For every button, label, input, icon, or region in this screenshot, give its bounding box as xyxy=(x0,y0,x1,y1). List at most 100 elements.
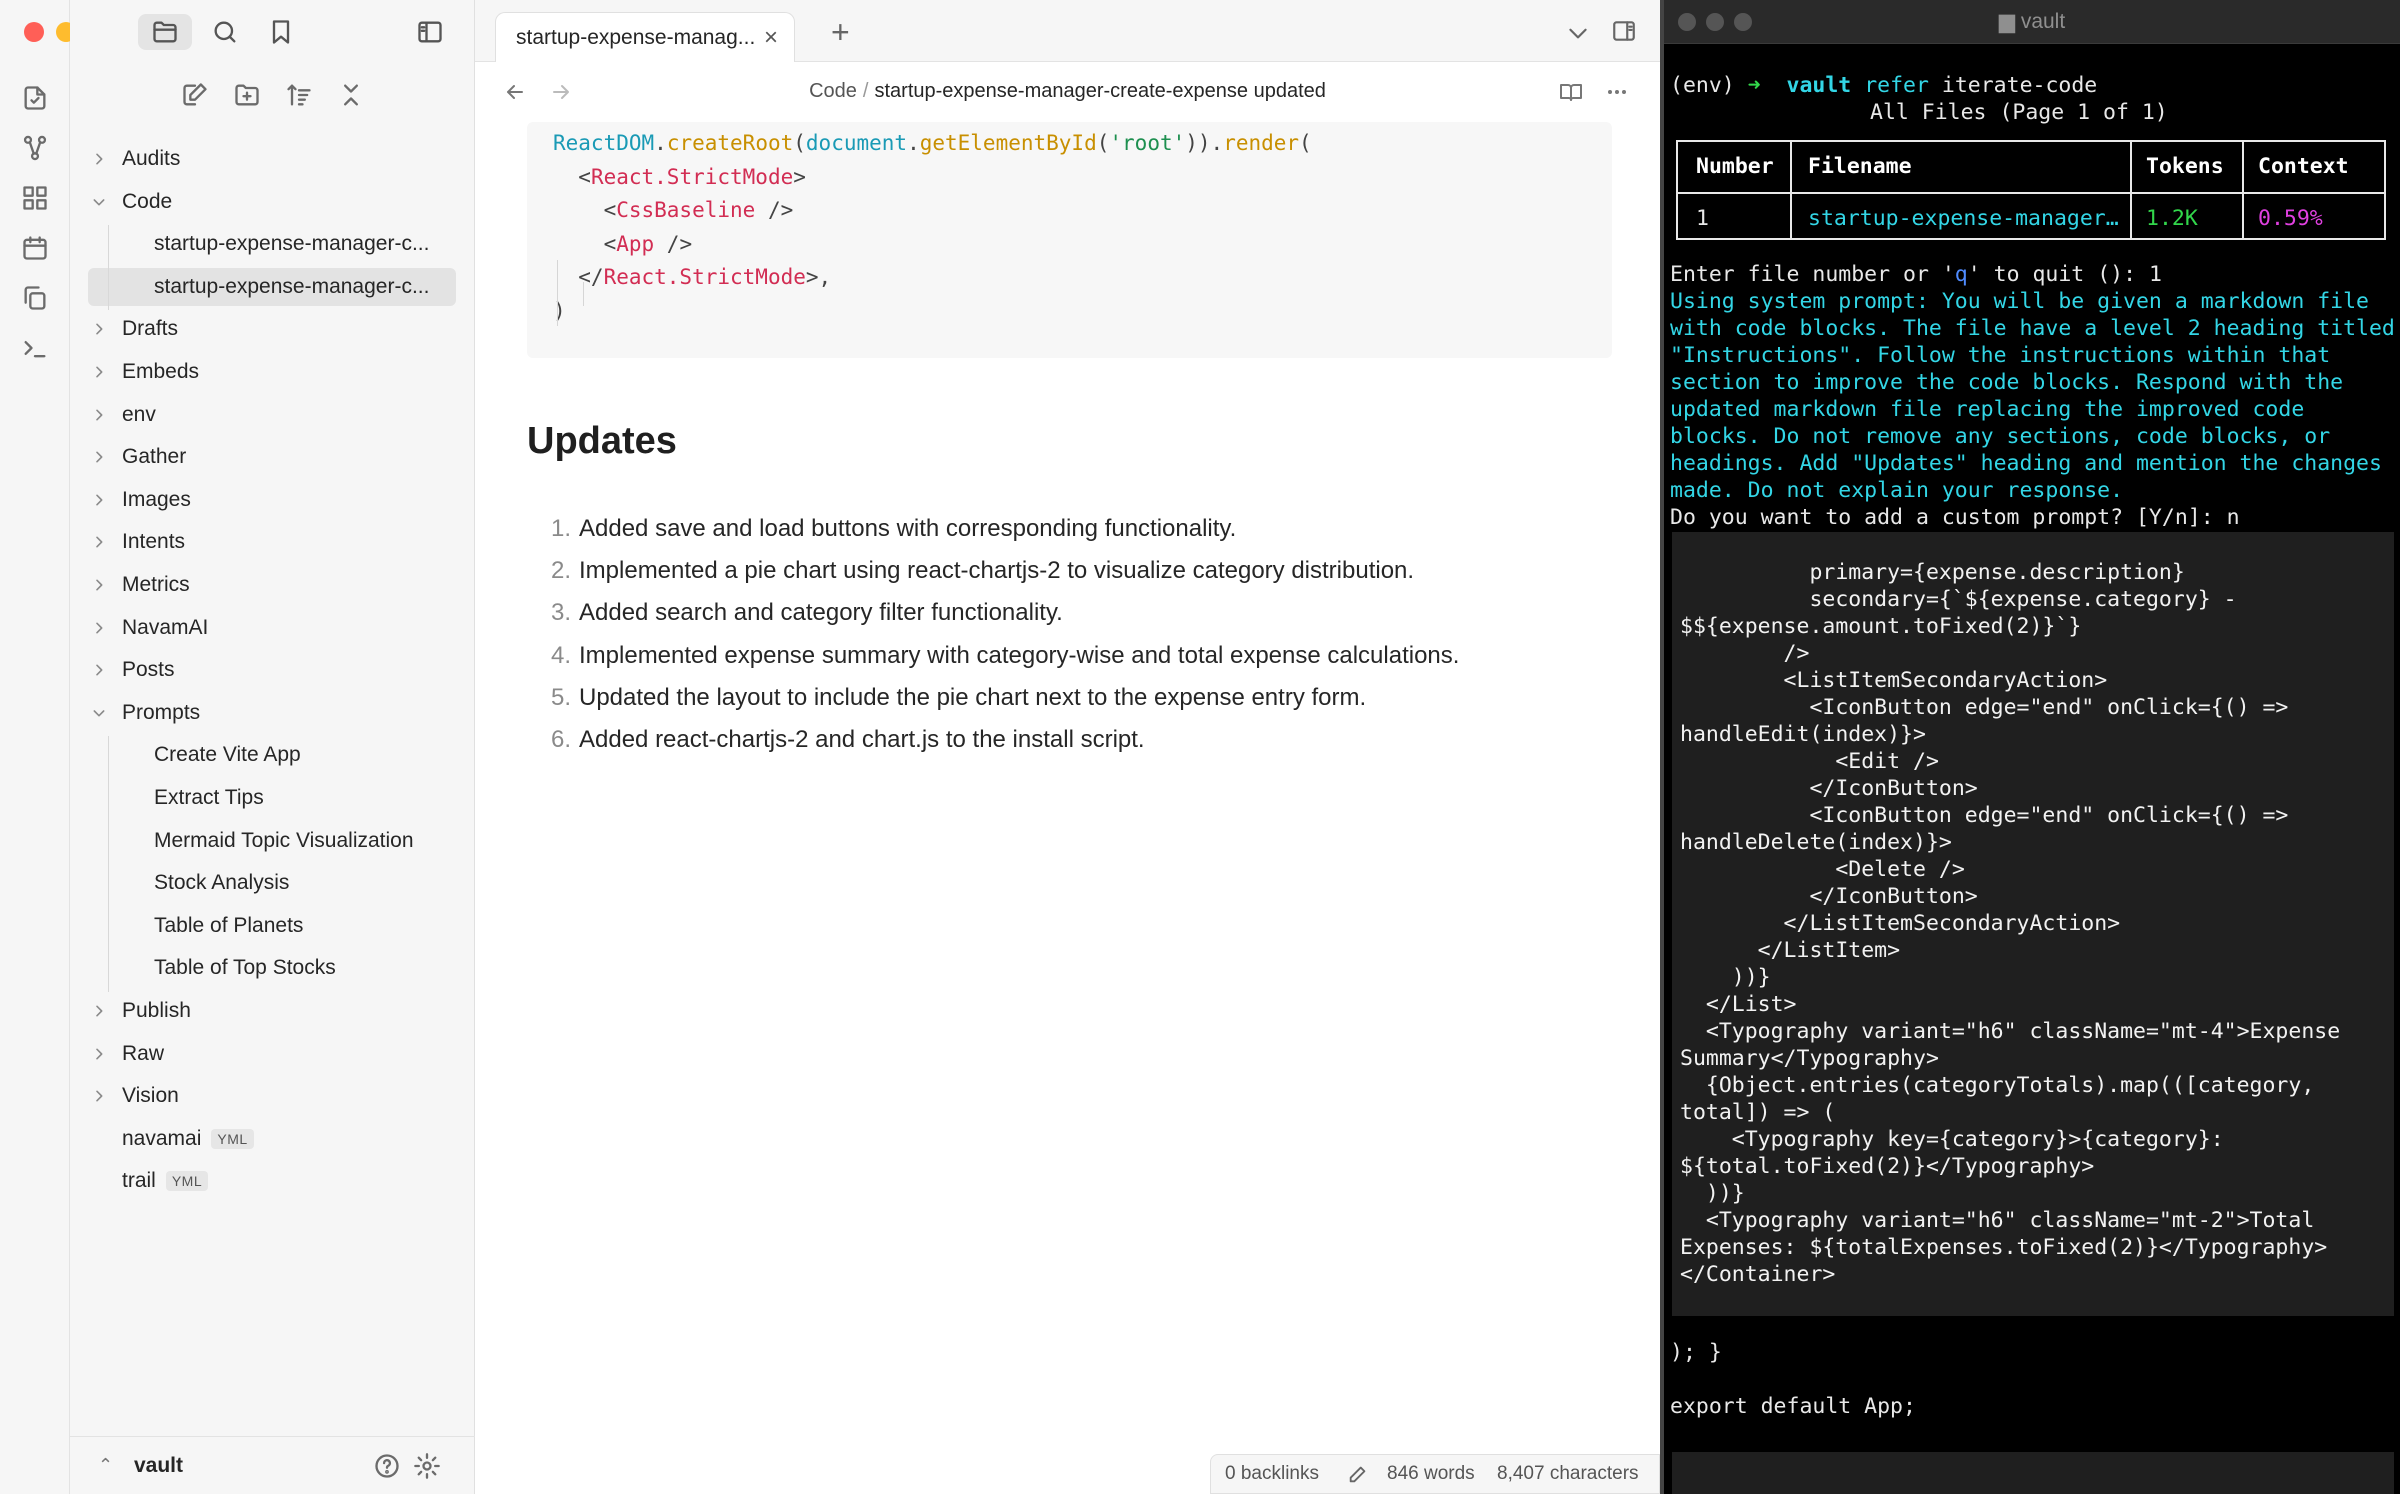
tab-startup-expense-manager[interactable]: startup-expense-manag... × xyxy=(495,12,795,62)
tree-file[interactable]: Create Vite App xyxy=(88,736,456,774)
tree-file[interactable]: navamai YML xyxy=(88,1120,254,1158)
chevron-right-icon[interactable] xyxy=(88,1003,110,1019)
code-line: </ListItemSecondaryAction> xyxy=(1680,911,2121,936)
code-line: ) xyxy=(553,298,566,323)
code-line: handleDelete(index)}> xyxy=(1680,830,1952,855)
chevron-right-icon[interactable] xyxy=(88,620,110,636)
view-header: Code / startup-expense-manager-create-expe… xyxy=(475,62,1660,122)
chevron-right-icon[interactable] xyxy=(88,1046,110,1062)
tree-file[interactable]: Mermaid Topic Visualization xyxy=(88,822,456,860)
chevron-right-icon[interactable] xyxy=(88,662,110,678)
tree-item-label: Gather xyxy=(122,445,187,469)
tree-folder[interactable]: Gather xyxy=(88,438,186,476)
tab-bar: startup-expense-manag... × + xyxy=(475,0,1660,62)
tree-folder[interactable]: Embeds xyxy=(88,353,199,391)
collapse-all-icon[interactable] xyxy=(336,80,366,110)
breadcrumb-folder[interactable]: Code xyxy=(809,80,857,102)
chevron-down-icon[interactable] xyxy=(88,194,110,210)
settings-gear-icon[interactable] xyxy=(412,1451,442,1481)
tree-item-label: Images xyxy=(122,487,191,511)
new-folder-icon[interactable] xyxy=(232,80,262,110)
help-icon[interactable] xyxy=(372,1451,402,1481)
table-header: Context xyxy=(2258,154,2349,179)
chevron-right-icon[interactable] xyxy=(88,407,110,423)
files-table: Number Filename Tokens Context 1 startup… xyxy=(1676,140,2386,240)
tree-item-label: Vision xyxy=(122,1084,179,1108)
system-prompt-line: with code blocks. The file have a level … xyxy=(1670,316,2395,341)
tree-folder[interactable]: Drafts xyxy=(88,310,178,348)
new-note-icon[interactable] xyxy=(17,80,53,116)
tree-folder[interactable]: Images xyxy=(88,481,191,519)
chevron-right-icon[interactable] xyxy=(88,364,110,380)
chevron-right-icon[interactable] xyxy=(88,151,110,167)
search-icon[interactable] xyxy=(198,14,252,50)
list-number: 1. xyxy=(550,515,571,542)
tree-file[interactable]: startup-expense-manager-c... xyxy=(88,267,456,306)
reading-view-book-icon[interactable] xyxy=(1559,80,1583,109)
chevron-right-icon[interactable] xyxy=(88,1088,110,1104)
folder-icon[interactable] xyxy=(138,14,192,50)
graph-view-icon[interactable] xyxy=(17,130,53,166)
system-prompt-line: headings. Add "Updates" heading and ment… xyxy=(1670,451,2382,476)
close-window-button[interactable] xyxy=(24,22,44,42)
breadcrumb-separator: / xyxy=(862,80,869,102)
new-tab-button[interactable]: + xyxy=(831,14,850,51)
tree-folder[interactable]: Code xyxy=(88,183,172,221)
tree-folder[interactable]: env xyxy=(88,396,156,434)
sort-icon[interactable] xyxy=(284,80,314,110)
tree-folder[interactable]: Publish xyxy=(88,992,191,1030)
tree-file[interactable]: Table of Top Stocks xyxy=(88,949,456,987)
tree-file[interactable]: Stock Analysis xyxy=(88,864,456,902)
breadcrumb-current[interactable]: startup-expense-manager-create-expense u… xyxy=(874,80,1325,102)
new-note-icon[interactable] xyxy=(180,80,210,110)
tree-folder[interactable]: Metrics xyxy=(88,566,190,604)
copy-icon[interactable] xyxy=(17,280,53,316)
tree-folder[interactable]: Posts xyxy=(88,651,175,689)
chevron-down-icon[interactable] xyxy=(88,705,110,721)
tree-file[interactable]: trail YML xyxy=(88,1162,209,1200)
right-sidebar-toggle-icon[interactable] xyxy=(1611,18,1637,49)
tree-file[interactable]: Table of Planets xyxy=(88,907,456,945)
list-number: 2. xyxy=(550,557,571,585)
tree-folder[interactable]: NavamAI xyxy=(88,609,208,647)
tree-folder[interactable]: Raw xyxy=(88,1035,164,1073)
code-line: </IconButton> xyxy=(1680,776,1978,801)
edit-pencil-icon[interactable] xyxy=(1347,1463,1369,1491)
list-item: 1. Added save and load buttons with corre… xyxy=(527,508,1236,550)
tree-folder[interactable]: Intents xyxy=(88,523,185,561)
tab-list-chevron-down-icon[interactable] xyxy=(1565,20,1591,51)
code-line: <Typography variant="h6" className="mt-4… xyxy=(1680,1019,2341,1044)
bookmark-icon[interactable] xyxy=(254,14,308,50)
list-item: 6. Added react-chartjs-2 and chart.js to … xyxy=(527,719,1145,761)
list-item-text: Added react-chartjs-2 and chart.js to th… xyxy=(579,726,1145,753)
code-line: ))} xyxy=(1680,1181,1745,1206)
chevron-right-icon[interactable] xyxy=(88,321,110,337)
code-line: ReactDOM.createRoot(document.getElementB… xyxy=(553,131,1312,155)
chevron-right-icon[interactable] xyxy=(88,492,110,508)
system-prompt-line: blocks. Do not remove any sections, code… xyxy=(1670,424,2331,449)
terminal-icon[interactable] xyxy=(17,330,53,366)
tree-folder[interactable]: Audits xyxy=(88,140,180,178)
vault-switcher[interactable]: ⌃ vault xyxy=(70,1436,475,1494)
tab-title: startup-expense-manag... xyxy=(516,25,756,49)
calendar-icon[interactable] xyxy=(17,230,53,266)
close-tab-icon[interactable]: × xyxy=(764,24,778,52)
canvas-icon[interactable] xyxy=(17,180,53,216)
tree-item-label: NavamAI xyxy=(122,615,209,639)
tree-file[interactable]: startup-expense-manager-c... xyxy=(88,225,456,263)
chevron-right-icon[interactable] xyxy=(88,577,110,593)
list-number: 5. xyxy=(550,683,571,711)
sidebar-toggle-icon[interactable] xyxy=(403,14,457,50)
tree-file[interactable]: Extract Tips xyxy=(88,779,456,817)
more-options-icon[interactable] xyxy=(1605,80,1629,109)
tree-item-label: Embeds xyxy=(122,360,200,383)
chevron-right-icon[interactable] xyxy=(88,534,110,550)
backlinks-count[interactable]: 0 backlinks xyxy=(1225,1463,1319,1485)
character-count: 8,407 characters xyxy=(1497,1463,1639,1484)
tree-item-label: Prompts xyxy=(122,700,201,724)
tree-item-label: Create Vite App xyxy=(154,743,301,767)
tree-item-label: startup-expense-manager-c... xyxy=(154,274,430,298)
chevron-right-icon[interactable] xyxy=(88,449,110,465)
tree-folder[interactable]: Prompts xyxy=(88,694,200,732)
tree-folder[interactable]: Vision xyxy=(88,1077,179,1115)
